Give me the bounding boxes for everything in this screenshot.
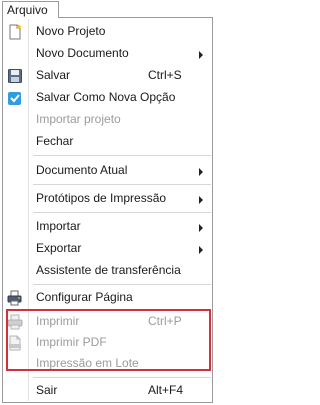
menu-item-imprimir: Imprimir Ctrl+P bbox=[3, 311, 212, 333]
shortcut-text: Alt+F4 bbox=[148, 383, 184, 397]
menu-item-salvar[interactable]: Salvar Ctrl+S bbox=[3, 65, 212, 87]
menu-item-label: Documento Atual bbox=[36, 163, 128, 177]
menu-item-importar-projeto: Importar projeto bbox=[3, 109, 212, 131]
menu-item-sair[interactable]: Sair Alt+F4 bbox=[3, 380, 212, 402]
menu-item-importar[interactable]: Importar bbox=[3, 216, 212, 238]
menu-item-imprimir-pdf: Imprimir PDF bbox=[3, 332, 212, 354]
menu-item-label: Protótipos de Impressão bbox=[36, 191, 167, 205]
menu-item-label: Configurar Página bbox=[36, 290, 133, 304]
menu-item-label: Salvar Como Nova Opção bbox=[36, 90, 176, 104]
menu-item-exportar[interactable]: Exportar bbox=[3, 238, 212, 260]
submenu-arrow-icon bbox=[199, 224, 203, 232]
menu-item-impressao-em-lote: Impressão em Lote bbox=[3, 353, 212, 375]
submenu-arrow-icon bbox=[199, 168, 203, 176]
menu-tab-arquivo[interactable]: Arquivo bbox=[2, 1, 59, 18]
menu-item-label: Assistente de transferência bbox=[36, 263, 181, 277]
new-project-icon bbox=[7, 24, 23, 40]
menu-bar bbox=[59, 0, 215, 17]
menu-separator bbox=[33, 155, 211, 156]
menu-item-novo-projeto[interactable]: Novo Projeto bbox=[3, 21, 212, 43]
submenu-arrow-icon bbox=[199, 196, 203, 204]
file-menu-dropdown: Novo Projeto Novo Documento Salvar Ctrl+… bbox=[2, 17, 213, 403]
menu-item-configurar-pagina[interactable]: Configurar Página bbox=[3, 287, 212, 309]
pdf-icon bbox=[7, 335, 23, 351]
menu-item-label: Importar projeto bbox=[36, 112, 121, 126]
menu-item-salvar-como[interactable]: Salvar Como Nova Opção bbox=[3, 87, 212, 109]
menu-item-label: Imprimir bbox=[36, 314, 80, 328]
menu-item-label: Novo Documento bbox=[36, 46, 129, 60]
menu-separator bbox=[33, 212, 211, 213]
menu-separator bbox=[33, 377, 211, 378]
menu-item-label: Exportar bbox=[36, 241, 82, 255]
menu-item-label: Importar bbox=[36, 219, 81, 233]
menu-separator bbox=[33, 284, 211, 285]
page-setup-printer-icon bbox=[7, 290, 23, 306]
menu-item-assistente-transferencia[interactable]: Assistente de transferência bbox=[3, 260, 212, 282]
menu-item-documento-atual[interactable]: Documento Atual bbox=[3, 160, 212, 182]
menu-item-label: Sair bbox=[36, 383, 58, 397]
menu-item-label: Salvar bbox=[36, 68, 71, 82]
menu-item-prototipos-impressao[interactable]: Protótipos de Impressão bbox=[3, 188, 212, 210]
menu-item-label: Fechar bbox=[36, 134, 74, 148]
shortcut-text: Ctrl+P bbox=[148, 314, 182, 328]
menu-separator bbox=[33, 184, 211, 185]
menu-item-label: Novo Projeto bbox=[36, 24, 106, 38]
submenu-arrow-icon bbox=[199, 51, 203, 59]
print-icon bbox=[7, 314, 23, 330]
menu-item-novo-documento[interactable]: Novo Documento bbox=[3, 43, 212, 65]
save-as-check-icon bbox=[7, 90, 23, 106]
menu-item-label: Impressão em Lote bbox=[36, 356, 139, 370]
shortcut-text: Ctrl+S bbox=[148, 68, 182, 82]
submenu-arrow-icon bbox=[199, 246, 203, 254]
menu-item-label: Imprimir PDF bbox=[36, 335, 107, 349]
file-menu-screen: Arquivo Novo Projeto Novo Documento Salv… bbox=[0, 0, 215, 405]
menu-item-fechar[interactable]: Fechar bbox=[3, 131, 212, 153]
save-icon bbox=[7, 68, 23, 84]
